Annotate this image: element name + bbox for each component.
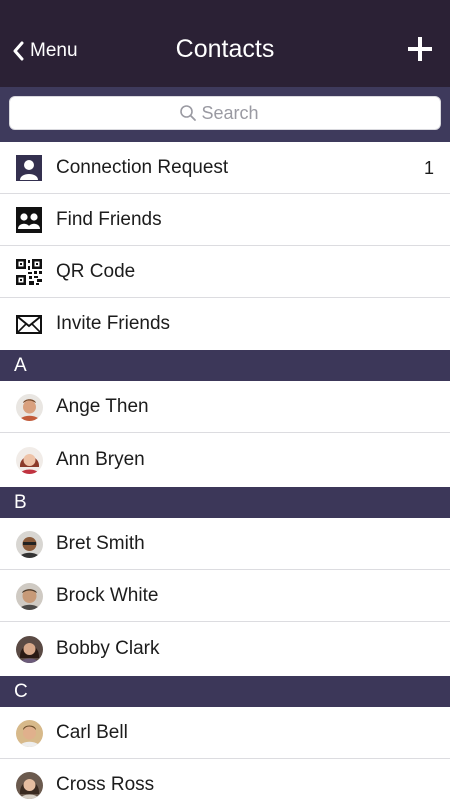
contact-row[interactable]: Cross Ross (0, 759, 450, 811)
contact-row[interactable]: Ann Bryen (0, 433, 450, 487)
add-contact-button[interactable] (404, 33, 436, 65)
search-icon (179, 104, 197, 122)
navigation-bar: Menu Contacts (0, 0, 450, 87)
contact-row[interactable]: Carl Bell (0, 707, 450, 759)
connection-request-row[interactable]: Connection Request 1 (0, 142, 450, 194)
contact-name: Brock White (56, 585, 159, 606)
find-friends-row[interactable]: Find Friends (0, 194, 450, 246)
invite-friends-row[interactable]: Invite Friends (0, 298, 450, 350)
envelope-icon (15, 310, 43, 338)
avatar (16, 530, 43, 558)
find-friends-label: Find Friends (56, 209, 162, 230)
section-header-c: C (0, 676, 450, 707)
qr-code-row[interactable]: QR Code (0, 246, 450, 298)
contact-name: Bobby Clark (56, 638, 160, 659)
search-bar (0, 87, 450, 142)
people-icon (15, 206, 43, 234)
search-field[interactable] (9, 96, 441, 130)
search-input[interactable] (201, 102, 272, 124)
contact-name: Ange Then (56, 396, 149, 417)
avatar (16, 446, 43, 474)
contact-name: Bret Smith (56, 533, 145, 554)
connection-request-count: 1 (423, 157, 434, 178)
contact-row[interactable]: Bret Smith (0, 518, 450, 570)
contact-row[interactable]: Brock White (0, 570, 450, 622)
person-icon (15, 154, 43, 182)
avatar (16, 582, 43, 610)
menu-back-button[interactable]: Menu (12, 37, 78, 65)
section-header-b: B (0, 487, 450, 518)
section-header-a: A (0, 350, 450, 381)
contact-name: Cross Ross (56, 774, 155, 795)
chevron-left-icon (13, 41, 24, 61)
contact-name: Carl Bell (56, 722, 128, 743)
avatar (16, 771, 43, 799)
avatar (16, 393, 43, 421)
avatar (16, 635, 43, 663)
plus-icon (408, 37, 432, 61)
connection-request-label: Connection Request (56, 157, 229, 178)
contact-row[interactable]: Ange Then (0, 381, 450, 433)
avatar (16, 719, 43, 747)
contact-row[interactable]: Bobby Clark (0, 622, 450, 676)
contact-name: Ann Bryen (56, 449, 145, 470)
qr-code-icon (15, 258, 43, 286)
menu-back-label: Menu (30, 40, 78, 61)
qr-code-label: QR Code (56, 261, 136, 282)
invite-friends-label: Invite Friends (56, 313, 171, 334)
